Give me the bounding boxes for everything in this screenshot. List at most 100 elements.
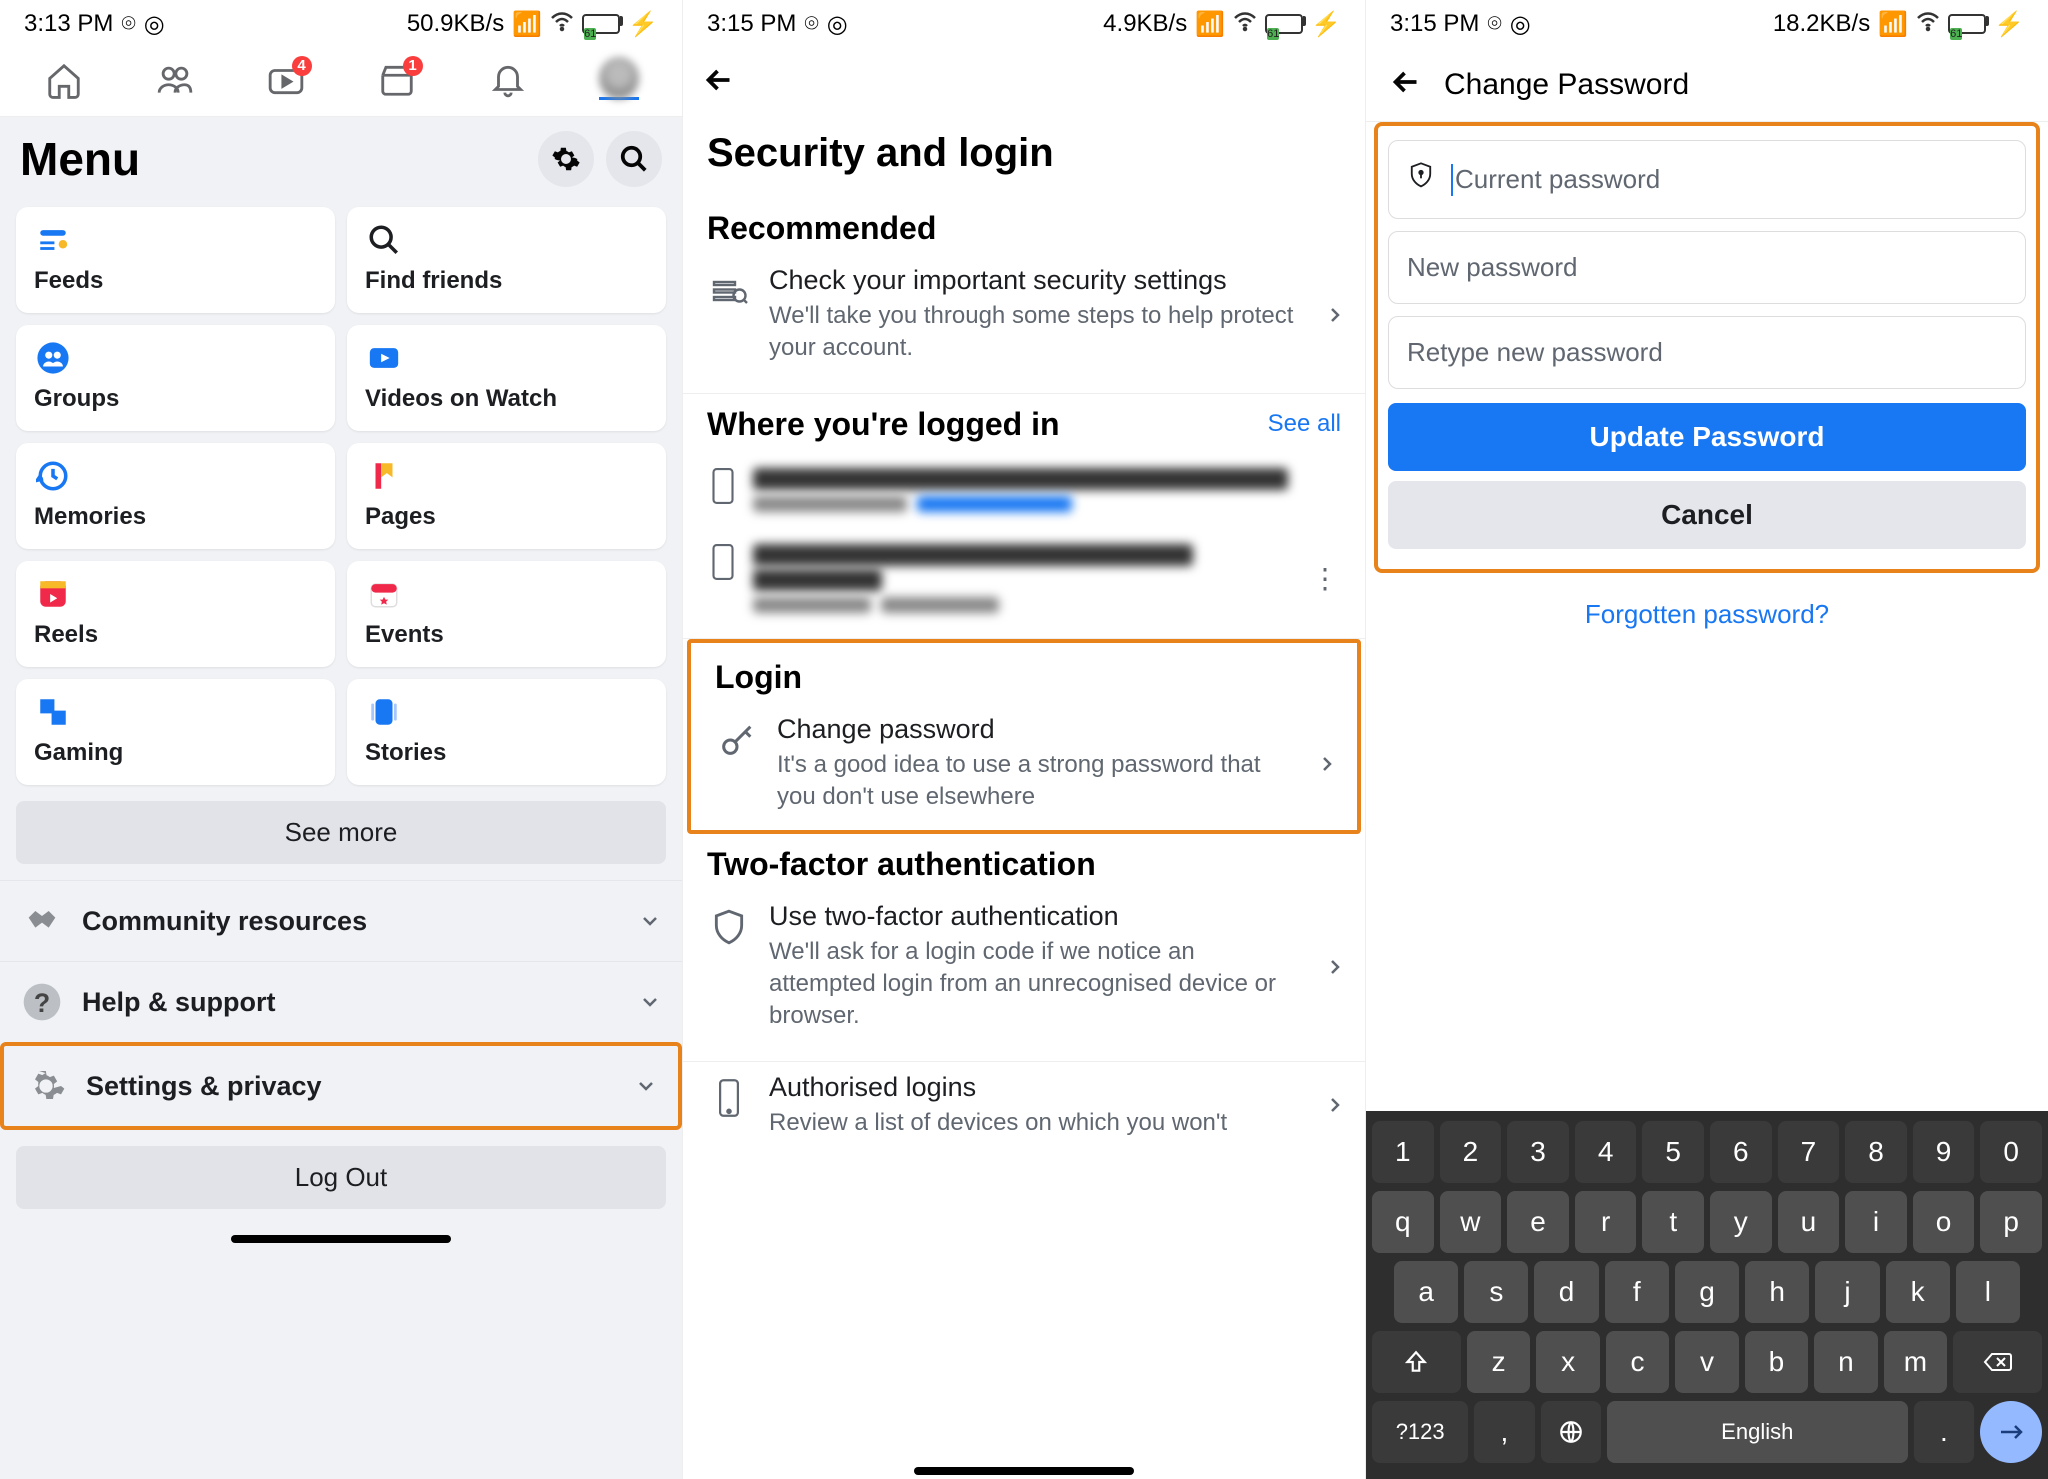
- row-use-tfa[interactable]: Use two-factor authentication We'll ask …: [683, 891, 1365, 1062]
- tile-groups[interactable]: Groups: [16, 325, 335, 431]
- tile-reels[interactable]: Reels: [16, 561, 335, 667]
- kb-key[interactable]: d: [1534, 1261, 1598, 1323]
- kb-key[interactable]: l: [1956, 1261, 2020, 1323]
- kb-key[interactable]: n: [1814, 1331, 1877, 1393]
- tile-find-friends[interactable]: Find friends: [347, 207, 666, 313]
- phone-icon: [707, 541, 739, 583]
- logout-button[interactable]: Log Out: [16, 1146, 666, 1209]
- kb-key[interactable]: q: [1372, 1191, 1434, 1253]
- tile-stories[interactable]: Stories: [347, 679, 666, 785]
- kb-key[interactable]: v: [1675, 1331, 1738, 1393]
- kb-key[interactable]: x: [1536, 1331, 1599, 1393]
- kb-key[interactable]: t: [1642, 1191, 1704, 1253]
- tab-marketplace[interactable]: 1: [377, 60, 417, 100]
- kb-symbols[interactable]: ?123: [1372, 1401, 1468, 1463]
- tile-memories[interactable]: Memories: [16, 443, 335, 549]
- tile-label: Stories: [365, 739, 648, 767]
- kb-key[interactable]: 6: [1710, 1121, 1772, 1183]
- kb-key[interactable]: i: [1845, 1191, 1907, 1253]
- tile-videos[interactable]: Videos on Watch: [347, 325, 666, 431]
- kb-key[interactable]: m: [1884, 1331, 1947, 1393]
- kb-key[interactable]: 4: [1575, 1121, 1637, 1183]
- row-security-settings[interactable]: Check your important security settings W…: [683, 255, 1365, 394]
- kb-key[interactable]: 9: [1913, 1121, 1975, 1183]
- settings-button[interactable]: [538, 131, 594, 187]
- tile-label: Groups: [34, 385, 317, 413]
- kb-key[interactable]: 3: [1507, 1121, 1569, 1183]
- kb-key[interactable]: j: [1815, 1261, 1879, 1323]
- retype-password-input[interactable]: Retype new password: [1388, 316, 2026, 389]
- tab-friends[interactable]: [155, 60, 195, 100]
- new-password-input[interactable]: New password: [1388, 231, 2026, 304]
- row-title: Change password: [777, 714, 1297, 745]
- tile-pages[interactable]: Pages: [347, 443, 666, 549]
- login-session-row[interactable]: ⋮: [683, 527, 1365, 639]
- row-authorised-logins[interactable]: Authorised logins Review a list of devic…: [683, 1062, 1365, 1167]
- expand-help[interactable]: ? Help & support: [0, 961, 682, 1042]
- expand-community[interactable]: Community resources: [0, 880, 682, 961]
- kb-key[interactable]: f: [1605, 1261, 1669, 1323]
- row-title: Check your important security settings: [769, 265, 1305, 296]
- tile-label: Pages: [365, 503, 648, 531]
- tile-label: Memories: [34, 503, 317, 531]
- gaming-icon: [34, 693, 72, 731]
- tab-profile[interactable]: [599, 60, 639, 100]
- kb-key[interactable]: c: [1606, 1331, 1669, 1393]
- kb-key[interactable]: a: [1394, 1261, 1458, 1323]
- back-button[interactable]: [701, 62, 737, 103]
- kb-key[interactable]: k: [1886, 1261, 1950, 1323]
- kb-space[interactable]: English: [1607, 1401, 1908, 1463]
- kb-key[interactable]: w: [1440, 1191, 1502, 1253]
- forgotten-password-link[interactable]: Forgotten password?: [1366, 587, 2048, 650]
- tile-gaming[interactable]: Gaming: [16, 679, 335, 785]
- battery-charge-icon: ⚡: [1994, 10, 2024, 39]
- kb-comma[interactable]: ,: [1474, 1401, 1534, 1463]
- kb-key[interactable]: 8: [1845, 1121, 1907, 1183]
- redacted-text: [753, 569, 882, 591]
- tile-events[interactable]: Events: [347, 561, 666, 667]
- key-icon: [715, 718, 759, 762]
- kb-shift[interactable]: [1372, 1331, 1461, 1393]
- tab-video[interactable]: 4: [266, 60, 306, 100]
- kb-period[interactable]: .: [1914, 1401, 1974, 1463]
- kb-key[interactable]: 1: [1372, 1121, 1434, 1183]
- kb-key[interactable]: 0: [1980, 1121, 2042, 1183]
- tile-feeds[interactable]: Feeds: [16, 207, 335, 313]
- kb-key[interactable]: z: [1467, 1331, 1530, 1393]
- back-button[interactable]: [1388, 64, 1424, 105]
- kb-key[interactable]: b: [1745, 1331, 1808, 1393]
- search-button[interactable]: [606, 131, 662, 187]
- kb-backspace[interactable]: [1953, 1331, 2042, 1393]
- kb-key[interactable]: r: [1575, 1191, 1637, 1253]
- kb-key[interactable]: 7: [1778, 1121, 1840, 1183]
- see-all-link[interactable]: See all: [1268, 410, 1341, 438]
- kb-key[interactable]: o: [1913, 1191, 1975, 1253]
- current-password-input[interactable]: Current password: [1388, 140, 2026, 219]
- kb-key[interactable]: p: [1980, 1191, 2042, 1253]
- kb-key[interactable]: 5: [1642, 1121, 1704, 1183]
- see-more-button[interactable]: See more: [16, 801, 666, 864]
- expand-settings-privacy[interactable]: Settings & privacy: [0, 1042, 682, 1130]
- kb-key[interactable]: g: [1675, 1261, 1739, 1323]
- kb-globe[interactable]: [1541, 1401, 1601, 1463]
- kb-key[interactable]: 2: [1440, 1121, 1502, 1183]
- kb-key[interactable]: e: [1507, 1191, 1569, 1253]
- kb-key[interactable]: h: [1745, 1261, 1809, 1323]
- kb-key[interactable]: u: [1778, 1191, 1840, 1253]
- cancel-button[interactable]: Cancel: [1388, 481, 2026, 549]
- tab-home[interactable]: [44, 60, 84, 100]
- more-button[interactable]: ⋮: [1303, 562, 1347, 595]
- login-session-row[interactable]: [683, 451, 1365, 527]
- page-title: Security and login: [683, 125, 1365, 198]
- update-password-button[interactable]: Update Password: [1388, 403, 2026, 471]
- chevron-right-icon: [1323, 955, 1347, 979]
- tab-notifications[interactable]: [488, 60, 528, 100]
- expand-label: Help & support: [82, 987, 620, 1018]
- kb-key[interactable]: s: [1464, 1261, 1528, 1323]
- row-change-password[interactable]: Change password It's a good idea to use …: [691, 704, 1357, 830]
- row-sub: It's a good idea to use a strong passwor…: [777, 749, 1297, 814]
- kb-key[interactable]: y: [1710, 1191, 1772, 1253]
- wifi-icon: [1233, 9, 1257, 40]
- kb-enter[interactable]: [1980, 1401, 2042, 1463]
- status-time: 3:15 PM: [707, 10, 796, 38]
